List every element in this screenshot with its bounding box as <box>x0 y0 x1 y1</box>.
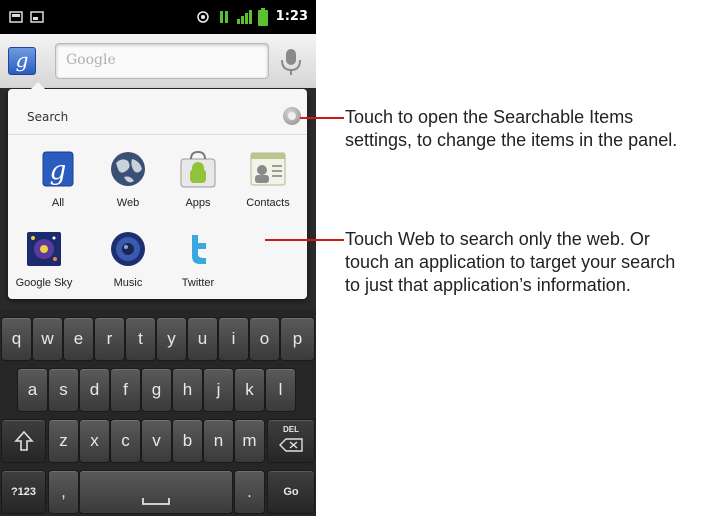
twitter-icon <box>192 235 206 264</box>
app-label: Contacts <box>246 197 290 209</box>
status-bar: 1:23 <box>0 0 316 34</box>
searchable-items-panel: Search g All Web Apps Contacts Google Sk… <box>8 82 307 299</box>
key-p[interactable]: p <box>280 317 315 361</box>
app-label: Google Sky <box>15 277 73 289</box>
key-l[interactable]: l <box>265 368 296 412</box>
sd-card-icon <box>9 11 23 23</box>
panel-title: Search <box>27 110 69 124</box>
callout-settings: Touch to open the Searchable Items setti… <box>345 107 678 150</box>
market-icon <box>180 150 216 188</box>
callout-web: Touch Web to search only the web. Or tou… <box>345 229 676 295</box>
space-key[interactable] <box>79 470 233 514</box>
panel-pointer <box>30 82 46 90</box>
app-music[interactable]: Music <box>92 229 164 307</box>
key-x[interactable]: x <box>79 419 110 463</box>
app-all[interactable]: g All <box>22 149 94 227</box>
key-i[interactable]: i <box>218 317 249 361</box>
key-k[interactable]: k <box>234 368 265 412</box>
voice-search-button[interactable] <box>272 43 310 79</box>
data-icon <box>220 11 228 23</box>
key-e[interactable]: e <box>63 317 94 361</box>
gps-icon <box>197 11 209 23</box>
key-a[interactable]: a <box>17 368 48 412</box>
sky-icon <box>27 232 61 266</box>
key-v[interactable]: v <box>141 419 172 463</box>
key-n[interactable]: n <box>203 419 234 463</box>
key-h[interactable]: h <box>172 368 203 412</box>
app-twitter[interactable]: Twitter <box>162 229 234 307</box>
google-g-icon: g <box>15 48 29 72</box>
key-w[interactable]: w <box>32 317 63 361</box>
key-m[interactable]: m <box>234 419 265 463</box>
sim-icon <box>30 11 44 23</box>
key-d[interactable]: d <box>79 368 110 412</box>
soft-keyboard: q w e r t y u i o p a s d f g h j k l z … <box>0 310 316 516</box>
status-time: 1:23 <box>275 9 308 24</box>
app-label: Twitter <box>181 277 215 289</box>
delete-key[interactable]: DEL <box>267 419 315 463</box>
key-g[interactable]: g <box>141 368 172 412</box>
key-c[interactable]: c <box>110 419 141 463</box>
key-s[interactable]: s <box>48 368 79 412</box>
settings-icon[interactable] <box>283 107 301 125</box>
search-bar: g Google <box>0 34 316 88</box>
battery-icon <box>258 8 268 26</box>
signal-icon <box>237 10 252 24</box>
search-placeholder: Google <box>66 52 116 68</box>
shift-icon <box>13 430 34 451</box>
key-f[interactable]: f <box>110 368 141 412</box>
backspace-icon <box>279 438 303 452</box>
key-r[interactable]: r <box>94 317 125 361</box>
key-q[interactable]: q <box>1 317 32 361</box>
contacts-icon <box>250 152 286 186</box>
space-bar-icon <box>142 498 170 505</box>
callout-line-settings <box>300 117 344 119</box>
symbols-key[interactable]: ?123 <box>1 470 46 514</box>
callout-line-web <box>265 239 344 241</box>
phone-screen: 1:23 g Google Search g All Web Apps Cont… <box>0 0 316 516</box>
key-o[interactable]: o <box>249 317 280 361</box>
app-google-sky[interactable]: Google Sky <box>8 229 80 307</box>
microphone-icon <box>281 49 301 75</box>
key-y[interactable]: y <box>156 317 187 361</box>
globe-icon <box>111 152 145 186</box>
app-contacts[interactable]: Contacts <box>232 149 304 227</box>
key-u[interactable]: u <box>187 317 218 361</box>
go-key[interactable]: Go <box>267 470 315 514</box>
panel-divider <box>8 134 307 135</box>
speaker-icon <box>111 232 145 266</box>
shift-key[interactable] <box>1 419 46 463</box>
key-period[interactable]: . <box>234 470 265 514</box>
key-z[interactable]: z <box>48 419 79 463</box>
app-web[interactable]: Web <box>92 149 164 227</box>
delete-label: DEL <box>283 425 299 434</box>
key-comma[interactable]: , <box>48 470 79 514</box>
key-t[interactable]: t <box>125 317 156 361</box>
google-g-icon: g <box>42 151 74 187</box>
key-j[interactable]: j <box>203 368 234 412</box>
app-apps[interactable]: Apps <box>162 149 234 227</box>
svg-text:g: g <box>50 156 67 186</box>
search-source-button[interactable]: g <box>8 47 36 75</box>
key-b[interactable]: b <box>172 419 203 463</box>
search-input[interactable]: Google <box>55 43 269 79</box>
